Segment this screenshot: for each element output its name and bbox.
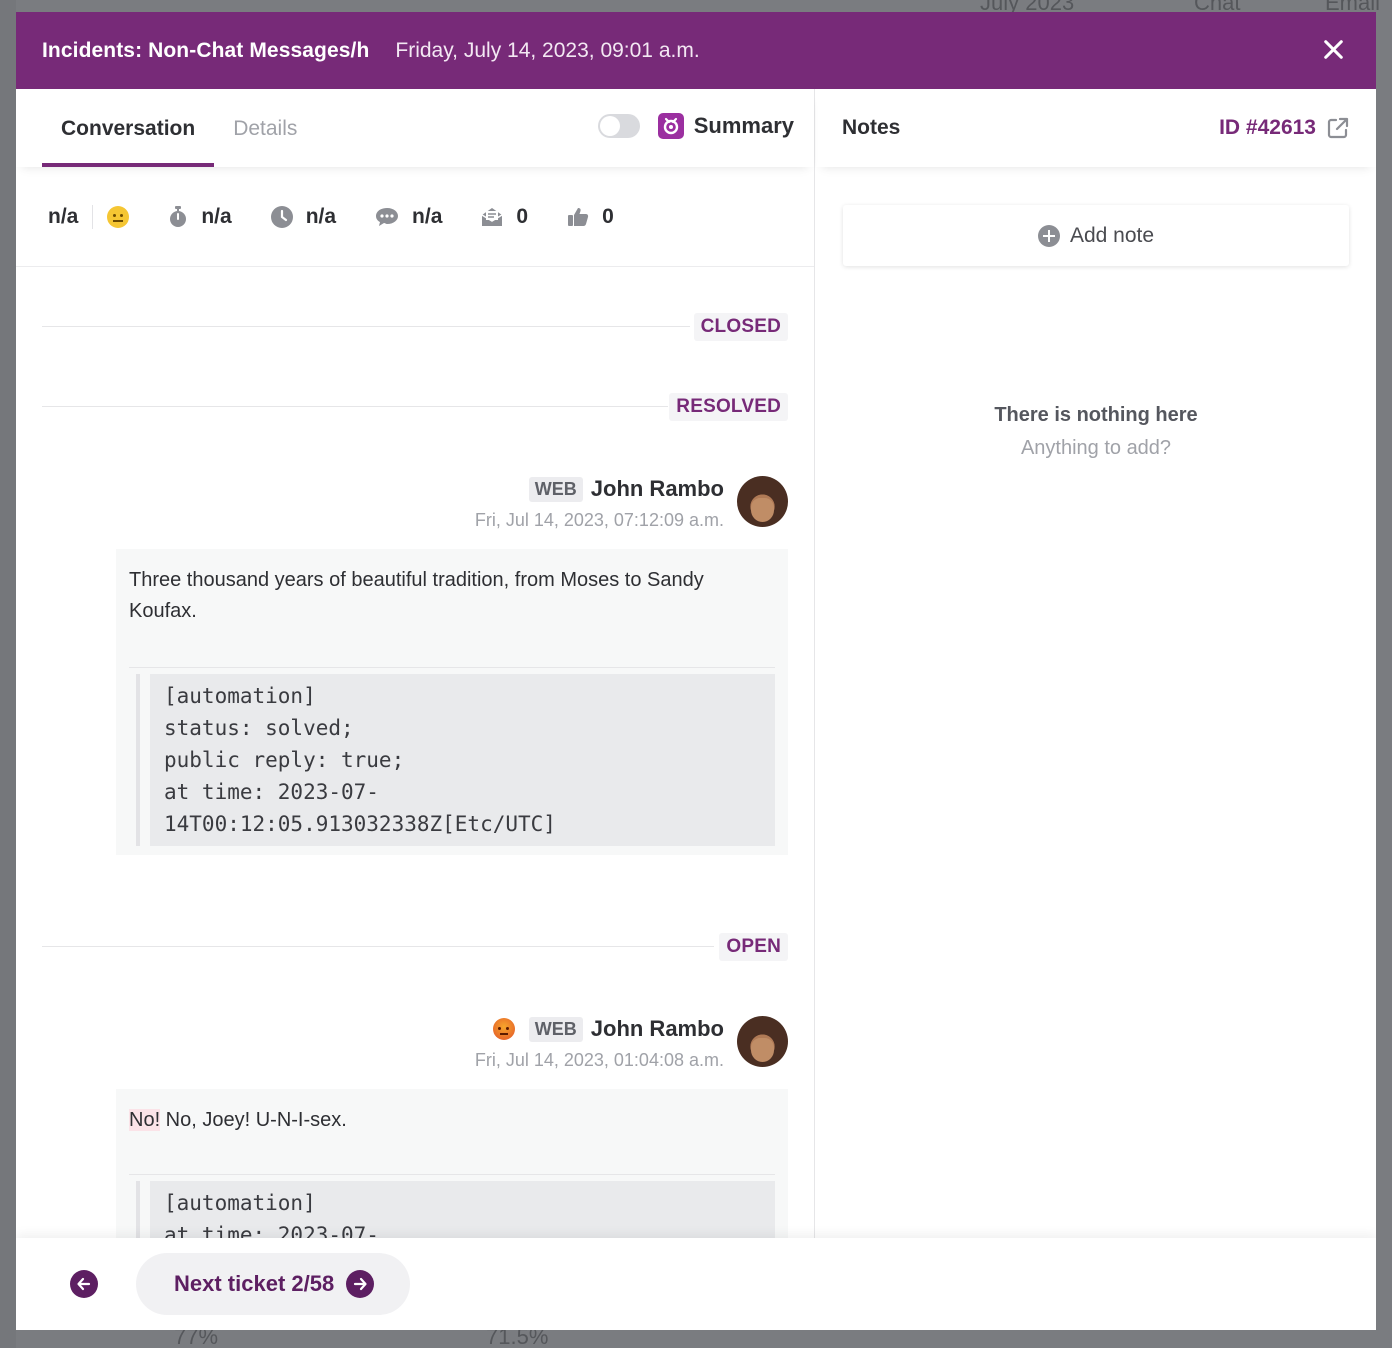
status-badge-open: OPEN — [719, 933, 788, 961]
message-author[interactable]: John Rambo — [591, 476, 724, 502]
notes-title: Notes — [842, 116, 901, 139]
stopwatch-icon — [167, 205, 189, 229]
message-header: WEB John Rambo Fri, Jul 14, 2023, 01:04:… — [475, 1016, 788, 1071]
divider-line — [42, 406, 668, 407]
close-icon[interactable] — [1322, 38, 1346, 62]
message-author[interactable]: John Rambo — [591, 1016, 724, 1042]
conversation-thread: CLOSED RESOLVED WEB John Rambo Fri, Jul … — [16, 267, 814, 1330]
conversation-panel: Conversation Details Summary n/a n/a n/a… — [16, 89, 815, 1330]
message-author-row: WEB John Rambo — [475, 476, 724, 502]
modal-title: Incidents: Non-Chat Messages/h — [42, 38, 370, 62]
stat-sentiment-value: n/a — [48, 204, 79, 228]
tab-conversation[interactable]: Conversation — [42, 117, 215, 167]
add-note-label: Add note — [1069, 223, 1155, 247]
tab-bar: Conversation Details Summary — [16, 89, 814, 167]
message-header: WEB John Rambo Fri, Jul 14, 2023, 07:12:… — [475, 476, 788, 531]
summary-toggle[interactable] — [597, 114, 640, 138]
modal-body: Conversation Details Summary n/a n/a n/a… — [16, 89, 1376, 1330]
notes-header: Notes ID #42613 — [816, 89, 1376, 167]
stat-resolution-time: n/a — [270, 205, 336, 229]
arrow-left-icon — [77, 1277, 91, 1291]
notes-panel: Notes ID #42613 Add note There is nothin… — [816, 89, 1376, 1330]
open-envelope-icon — [480, 205, 504, 229]
notes-empty-state: There is nothing here Anything to add? — [816, 404, 1376, 460]
stat-first-response: n/a — [167, 204, 232, 229]
ticket-modal: Incidents: Non-Chat Messages/h Friday, J… — [16, 12, 1376, 1330]
previous-ticket-button[interactable] — [70, 1270, 98, 1298]
channel-badge: WEB — [528, 476, 583, 502]
background-left-strip — [0, 0, 16, 1348]
speech-bubble-icon — [374, 206, 400, 228]
message-bubble: Three thousand years of beautiful tradit… — [116, 549, 788, 855]
message-meta: WEB John Rambo Fri, Jul 14, 2023, 07:12:… — [475, 476, 724, 531]
modal-footer: Next ticket 2/58 — [16, 1238, 1376, 1330]
arrow-right-icon — [354, 1277, 367, 1291]
channel-badge: WEB — [528, 1016, 583, 1042]
stat-sentiment: n/a — [48, 204, 94, 229]
next-ticket-label: Next ticket 2/58 — [174, 1271, 335, 1296]
angry-face-icon — [492, 1018, 515, 1040]
automation-block: [automation] status: solved; public repl… — [136, 674, 775, 846]
background-bottom-bar: 77% 71.5% — [0, 1324, 1392, 1348]
summary-label: Summary — [693, 113, 794, 138]
status-badge-closed: CLOSED — [693, 313, 788, 341]
status-divider-closed: CLOSED — [42, 311, 788, 341]
divider-line — [42, 946, 714, 947]
message-text-highlight: No! — [129, 1109, 161, 1131]
ticket-id: ID #42613 — [1219, 116, 1316, 139]
stat-messages-value: n/a — [412, 204, 443, 228]
stat-first-response-value: n/a — [201, 204, 232, 228]
tab-details[interactable]: Details — [214, 117, 316, 167]
add-note-button[interactable]: Add note — [843, 205, 1349, 266]
stat-likes-value: 0 — [602, 204, 614, 228]
divider-line — [42, 326, 690, 327]
stat-reopens-value: 0 — [516, 204, 529, 228]
message-text: No! No, Joey! U-N-I-sex. — [129, 1105, 775, 1136]
neutral-face-icon — [107, 205, 130, 228]
modal-date: Friday, July 14, 2023, 09:01 a.m. — [395, 38, 700, 62]
stat-resolution-time-value: n/a — [305, 204, 337, 228]
plus-circle-icon — [1037, 224, 1060, 247]
external-link-icon — [1327, 117, 1349, 139]
automation-code: [automation] status: solved; public repl… — [150, 674, 775, 846]
message-text: Three thousand years of beautiful tradit… — [129, 569, 704, 622]
empty-state-title: There is nothing here — [994, 404, 1198, 426]
stat-reopens: 0 — [480, 205, 528, 229]
thumbs-up-icon — [566, 205, 590, 229]
message-text-rest: No, Joey! U-N-I-sex. — [160, 1109, 347, 1131]
avatar — [737, 476, 788, 527]
status-badge-resolved: RESOLVED — [669, 393, 788, 421]
summary-toggle-group: Summary — [597, 113, 794, 139]
status-divider-resolved: RESOLVED — [42, 391, 788, 421]
summary-icon — [657, 113, 684, 139]
stat-likes: 0 — [566, 205, 614, 229]
stats-row: n/a n/a n/a n/a 0 0 — [16, 167, 814, 267]
clock-icon — [270, 205, 294, 229]
stat-messages: n/a — [374, 205, 442, 229]
modal-header: Incidents: Non-Chat Messages/h Friday, J… — [16, 12, 1376, 89]
ticket-id-link[interactable]: ID #42613 — [1219, 116, 1350, 140]
message-author-row: WEB John Rambo — [475, 1016, 724, 1042]
message-time: Fri, Jul 14, 2023, 07:12:09 a.m. — [474, 510, 724, 530]
arrow-right-circle — [346, 1270, 375, 1298]
status-divider-open: OPEN — [42, 931, 788, 961]
message-separator — [129, 1174, 775, 1175]
empty-state-subtitle: Anything to add? — [1020, 437, 1172, 459]
avatar — [737, 1016, 788, 1067]
message-time: Fri, Jul 14, 2023, 01:04:08 a.m. — [474, 1050, 724, 1070]
message-meta: WEB John Rambo Fri, Jul 14, 2023, 01:04:… — [475, 1016, 724, 1071]
next-ticket-button[interactable]: Next ticket 2/58 — [136, 1253, 411, 1315]
message-separator — [129, 667, 775, 668]
